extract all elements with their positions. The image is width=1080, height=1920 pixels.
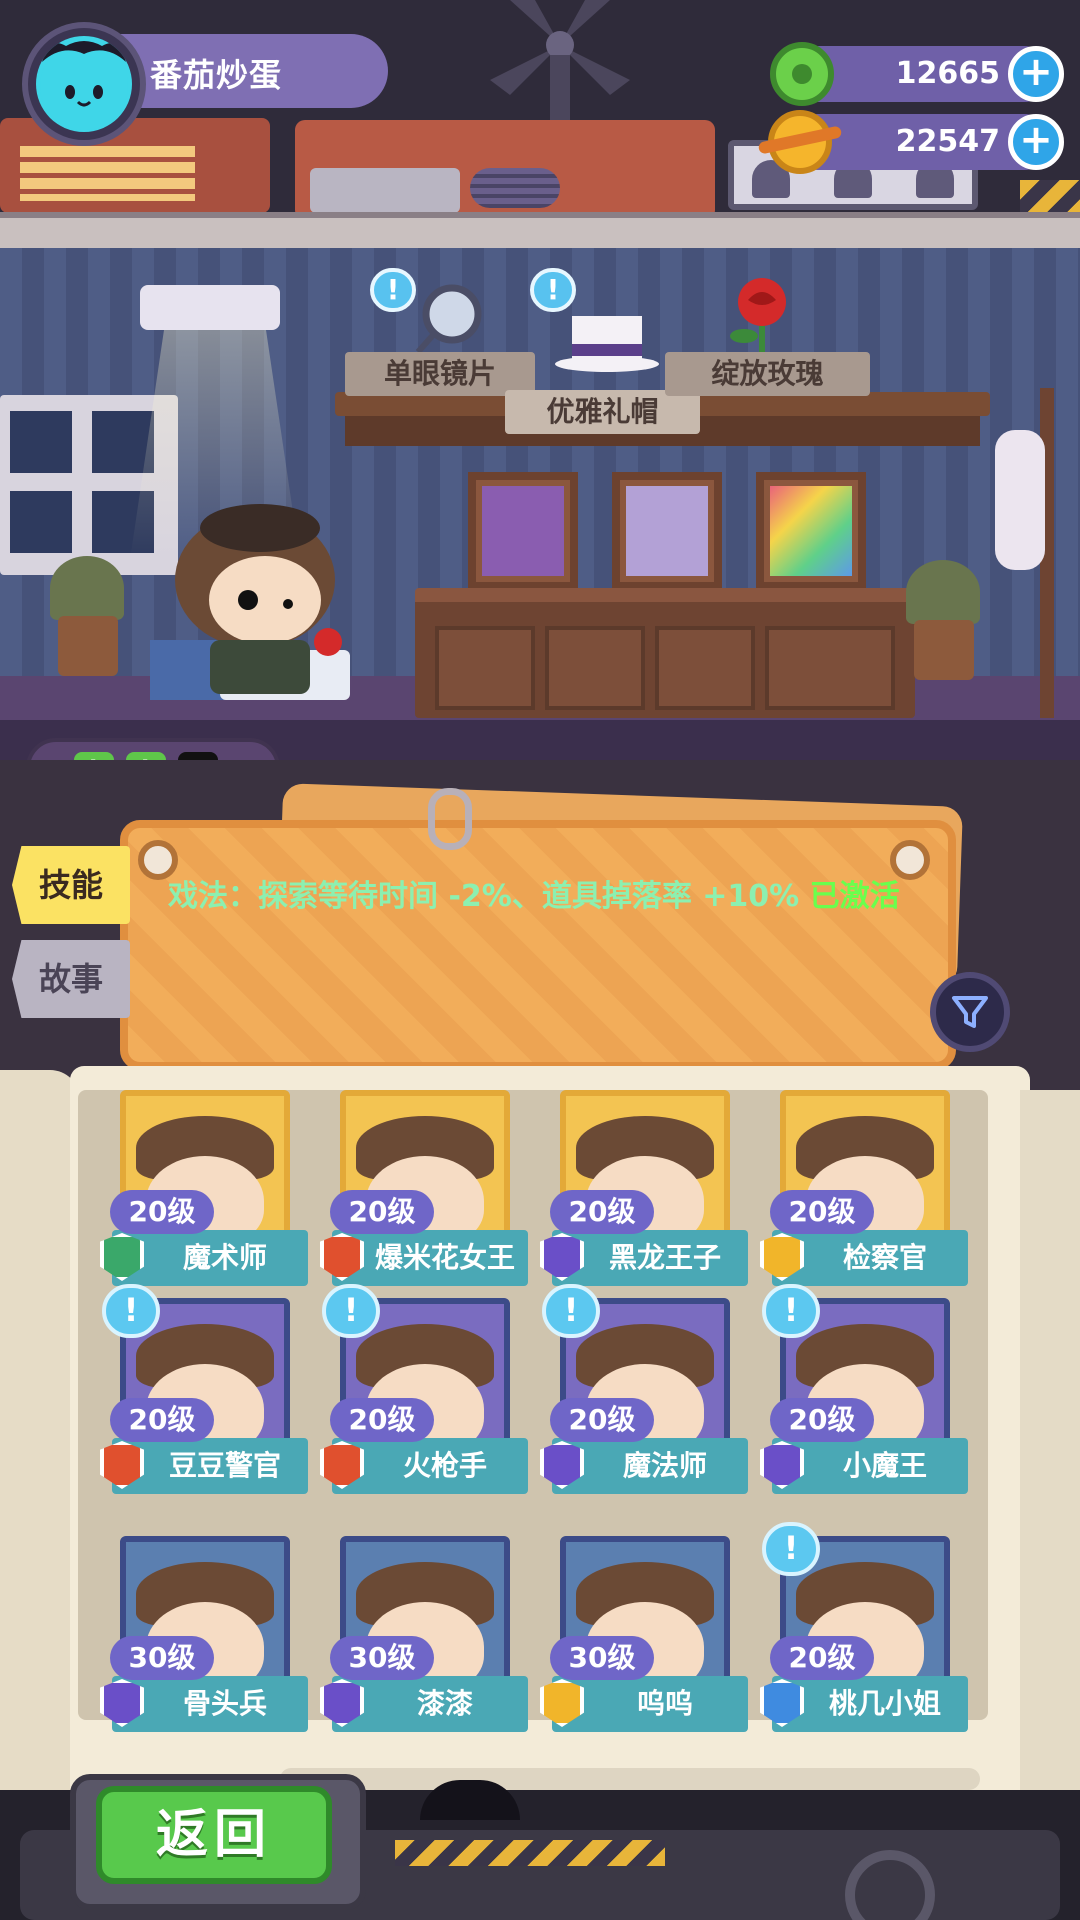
level-badge: 20级 [550,1398,654,1442]
plant-icon [50,556,124,620]
level-badge: 20级 [550,1190,654,1234]
new-alert-icon[interactable]: ! [530,268,576,312]
shelf-item-rose[interactable]: 绽放玫瑰 [665,352,870,396]
character-card[interactable]: 检察官 20级 [760,1090,970,1290]
character-card[interactable]: 火枪手 20级! [320,1284,530,1498]
portrait-frame [612,472,722,590]
skill-status-text: 已激活 [809,879,900,914]
new-alert-icon[interactable]: ! [322,1284,380,1338]
character-card[interactable]: 小魔王 20级! [760,1284,970,1498]
level-badge: 20级 [110,1190,214,1234]
planet-coin-value: 22547 [895,124,1000,159]
character-card[interactable]: 爆米花女王 20级 [320,1090,530,1290]
new-alert-icon[interactable]: ! [542,1284,600,1338]
level-badge: 20级 [770,1190,874,1234]
windmill-fan-icon [490,0,630,120]
roof-panel [310,168,460,213]
player-name: 番茄炒蛋 [150,56,283,94]
roof-beam [0,212,1080,248]
filter-button[interactable] [930,972,1010,1052]
skill-effect-text: 戏法：探索等待时间 -2%、道具掉落率 +10% [168,879,810,914]
hanging-coat [995,430,1045,570]
level-badge: 30级 [330,1636,434,1680]
skill-info-card [120,820,956,1070]
character-card[interactable]: 魔法师 20级! [540,1284,750,1498]
roof-vent-left [0,118,270,213]
top-hat-icon[interactable] [552,312,662,372]
new-alert-icon[interactable]: ! [762,1522,820,1576]
portrait-frame [756,472,866,590]
filter-funnel-icon [952,996,988,1028]
character-card[interactable]: 豆豆警官 20级! [100,1284,310,1498]
tab-story[interactable]: 故事 [12,940,130,1018]
tab-skill[interactable]: 技能 [12,846,130,924]
character-card[interactable]: 魔术师 20级 [100,1090,310,1290]
cat-avatar-icon [36,36,132,132]
level-badge: 30级 [110,1636,214,1680]
character-card[interactable]: 呜呜 30级 [540,1536,750,1736]
new-alert-icon[interactable]: ! [370,268,416,312]
rose-icon[interactable] [722,274,802,358]
level-badge: 20级 [770,1398,874,1442]
portrait-frame [468,472,578,590]
level-badge: 30级 [550,1636,654,1680]
shelf-item-top-hat[interactable]: 优雅礼帽 [505,390,700,434]
skill-description: 戏法：探索等待时间 -2%、道具掉落率 +10% 已激活 [168,876,908,918]
back-button[interactable]: 返回 [96,1786,332,1884]
level-badge: 20级 [110,1398,214,1442]
character-card[interactable]: 漆漆 30级 [320,1536,530,1736]
ceiling-projector-icon [140,285,280,330]
new-alert-icon[interactable]: ! [762,1284,820,1338]
character-card[interactable]: 黑龙王子 20级 [540,1090,750,1290]
add-planet-coin-button[interactable]: + [1008,114,1064,170]
paper-clip-icon [428,788,472,850]
new-alert-icon[interactable]: ! [102,1284,160,1338]
donut-coin-value: 12665 [895,56,1000,91]
level-badge: 20级 [330,1398,434,1442]
add-donut-coin-button[interactable]: + [1008,46,1064,102]
character-card[interactable]: 骨头兵 30级 [100,1536,310,1736]
monocle-icon[interactable] [412,282,486,356]
level-badge: 20级 [770,1636,874,1680]
hazard-stripe [395,1840,665,1866]
character-card[interactable]: 桃几小姐 20级! [760,1522,970,1736]
level-badge: 20级 [330,1190,434,1234]
magician-character[interactable] [150,500,360,700]
desk [415,588,915,718]
plant-icon [906,560,980,624]
